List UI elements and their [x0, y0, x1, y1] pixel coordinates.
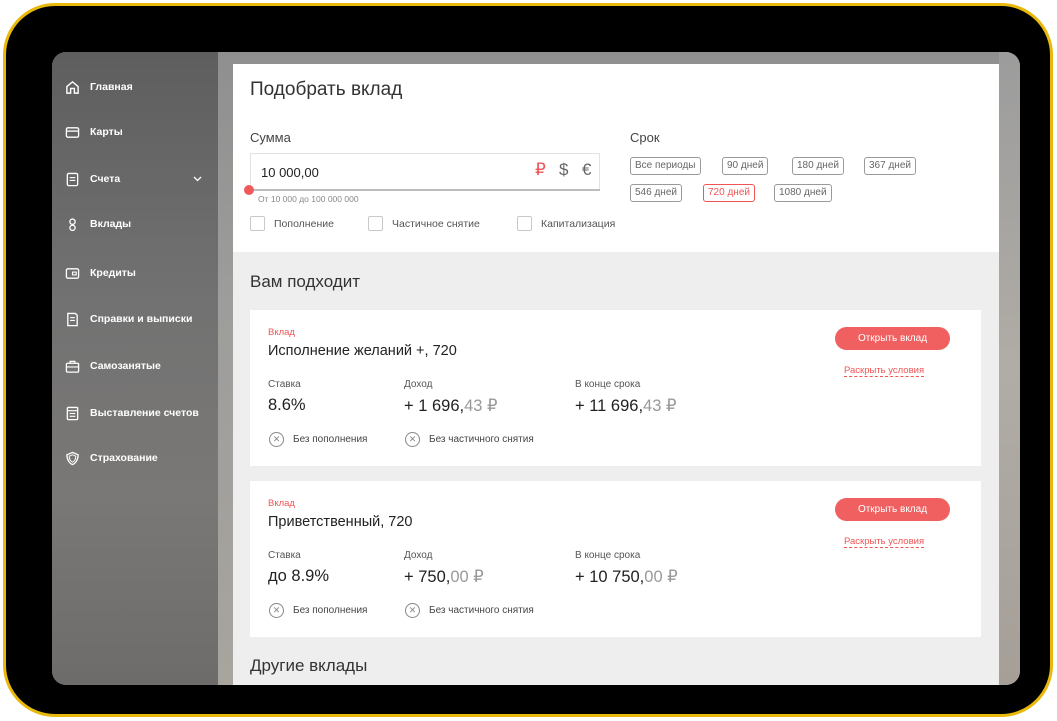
- show-terms-link[interactable]: Раскрыть условия: [844, 536, 925, 548]
- sidebar: Главная Карты Счета Вклады Кредиты Справ…: [52, 52, 218, 685]
- checkbox[interactable]: [250, 216, 265, 231]
- term-chip-90[interactable]: 90 дней: [722, 157, 769, 175]
- sidebar-item-credits[interactable]: Кредиты: [64, 263, 210, 283]
- page-title: Подобрать вклад: [250, 79, 403, 100]
- close-circle-icon: ✕: [405, 432, 420, 447]
- section-title-other: Другие вклады: [250, 656, 368, 675]
- deposit-filter-panel: Подобрать вклад Сумма 10 000,00 ₽ $ € От…: [233, 64, 999, 252]
- deposit-type: Вклад: [268, 498, 295, 509]
- open-deposit-button[interactable]: Открыть вклад: [835, 498, 950, 521]
- close-circle-icon: ✕: [269, 432, 284, 447]
- term-chip-180[interactable]: 180 дней: [792, 157, 844, 175]
- feature-no-partial-withdrawal: ✕ Без частичного снятия: [405, 603, 534, 618]
- term-chip-all[interactable]: Все периоды: [630, 157, 701, 175]
- checkbox[interactable]: [517, 216, 532, 231]
- rate-value: 8.6%: [268, 396, 306, 414]
- close-circle-icon: ✕: [405, 603, 420, 618]
- home-icon: [64, 79, 80, 95]
- option-label: Пополнение: [274, 217, 334, 230]
- option-label: Частичное снятие: [392, 217, 480, 230]
- close-circle-icon: ✕: [269, 603, 284, 618]
- end-of-term-label: В конце срока: [575, 379, 641, 390]
- term-chip-367[interactable]: 367 дней: [864, 157, 916, 175]
- end-of-term-value: + 11 696,43 ₽: [575, 397, 677, 415]
- deposit-name: Приветственный, 720: [268, 514, 413, 530]
- sidebar-item-accounts[interactable]: Счета: [64, 169, 210, 189]
- shield-icon: [64, 450, 80, 466]
- wallet-icon: [64, 265, 80, 281]
- income-value: + 750,00 ₽: [404, 568, 484, 586]
- term-chip-546[interactable]: 546 дней: [630, 184, 682, 202]
- amount-slider-handle[interactable]: [244, 185, 254, 195]
- person-icon: [64, 216, 80, 232]
- sidebar-item-selfemployed[interactable]: Самозанятые: [64, 356, 210, 376]
- invoice-icon: [64, 405, 80, 421]
- deposit-type: Вклад: [268, 327, 295, 338]
- checkbox[interactable]: [368, 216, 383, 231]
- sidebar-item-label: Страхование: [90, 452, 158, 464]
- deposit-name: Исполнение желаний +, 720: [268, 343, 457, 359]
- amount-range-hint: От 10 000 до 100 000 000: [258, 194, 359, 204]
- open-deposit-button[interactable]: Открыть вклад: [835, 327, 950, 350]
- rate-value: до 8.9%: [268, 567, 329, 585]
- amount-input[interactable]: 10 000,00 ₽ $ €: [250, 153, 600, 189]
- amount-label: Сумма: [250, 130, 291, 145]
- term-chip-1080[interactable]: 1080 дней: [774, 184, 832, 202]
- report-icon: [64, 311, 80, 327]
- app-screen: Главная Карты Счета Вклады Кредиты Справ…: [52, 52, 1020, 685]
- rate-label: Ставка: [268, 379, 301, 390]
- section-title-suitable: Вам подходит: [250, 272, 361, 291]
- amount-slider-track[interactable]: [250, 189, 600, 191]
- sidebar-item-label: Самозанятые: [90, 360, 161, 372]
- income-label: Доход: [404, 379, 433, 390]
- option-label: Капитализация: [541, 217, 616, 230]
- sidebar-item-label: Выставление счетов: [90, 407, 199, 419]
- document-icon: [64, 171, 80, 187]
- background-strip: [999, 52, 1020, 685]
- sidebar-item-label: Главная: [90, 81, 133, 93]
- sidebar-item-deposits[interactable]: Вклады: [64, 214, 210, 234]
- deposit-card: Вклад Исполнение желаний +, 720 Ставка Д…: [250, 310, 981, 466]
- feature-no-topup: ✕ Без пополнения: [269, 603, 367, 618]
- sidebar-item-insurance[interactable]: Страхование: [64, 448, 210, 468]
- sidebar-item-label: Вклады: [90, 218, 132, 230]
- sidebar-item-label: Справки и выписки: [90, 313, 193, 325]
- feature-no-topup: ✕ Без пополнения: [269, 432, 367, 447]
- show-terms-link[interactable]: Раскрыть условия: [844, 365, 925, 377]
- option-capitalization[interactable]: Капитализация: [517, 216, 615, 231]
- sidebar-item-invoicing[interactable]: Выставление счетов: [64, 403, 210, 423]
- currency-usd-button[interactable]: $: [559, 160, 568, 180]
- currency-rub-button[interactable]: ₽: [535, 160, 546, 180]
- main-content: Подобрать вклад Сумма 10 000,00 ₽ $ € От…: [233, 64, 999, 685]
- end-of-term-label: В конце срока: [575, 550, 641, 561]
- term-chip-720[interactable]: 720 дней: [703, 184, 755, 202]
- chevron-down-icon[interactable]: [193, 173, 202, 185]
- briefcase-icon: [64, 358, 80, 374]
- currency-eur-button[interactable]: €: [582, 160, 591, 180]
- option-partial-withdrawal[interactable]: Частичное снятие: [368, 216, 480, 231]
- feature-no-partial-withdrawal: ✕ Без частичного снятия: [405, 432, 534, 447]
- sidebar-item-label: Кредиты: [90, 267, 136, 279]
- sidebar-item-cards[interactable]: Карты: [64, 122, 210, 142]
- option-topup[interactable]: Пополнение: [250, 216, 334, 231]
- rate-label: Ставка: [268, 550, 301, 561]
- sidebar-item-statements[interactable]: Справки и выписки: [64, 309, 210, 329]
- amount-value: 10 000,00: [261, 165, 319, 180]
- income-label: Доход: [404, 550, 433, 561]
- card-icon: [64, 124, 80, 140]
- income-value: + 1 696,43 ₽: [404, 397, 498, 415]
- sidebar-item-label: Карты: [90, 126, 123, 138]
- deposit-card: Вклад Приветственный, 720 Ставка Доход В…: [250, 481, 981, 637]
- device-bezel: Главная Карты Счета Вклады Кредиты Справ…: [3, 3, 1053, 717]
- term-label: Срок: [630, 130, 660, 145]
- sidebar-item-home[interactable]: Главная: [64, 77, 210, 97]
- end-of-term-value: + 10 750,00 ₽: [575, 568, 678, 586]
- sidebar-item-label: Счета: [90, 173, 121, 185]
